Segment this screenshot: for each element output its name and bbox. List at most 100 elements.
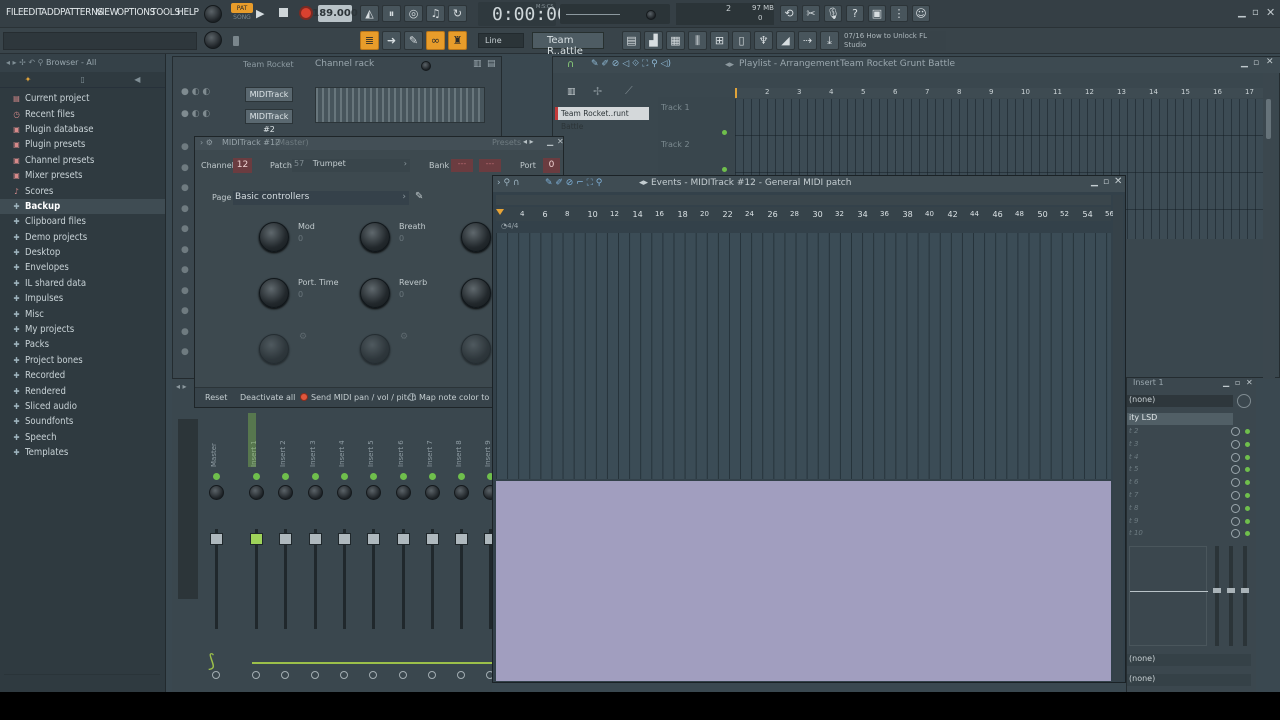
time-display[interactable]: 0:00:00 M:S:CS	[478, 2, 568, 26]
undo-icon[interactable]: ⟲	[780, 5, 798, 22]
mixer-icon[interactable]: ⫼	[688, 31, 707, 50]
mixer-fader[interactable]	[455, 533, 469, 545]
mixer-strip-led[interactable]	[458, 473, 466, 480]
mixer-strip[interactable]: Insert 8▲	[449, 433, 477, 689]
knob-7-gear-icon[interactable]: ⚙	[299, 332, 307, 342]
eq-sliders[interactable]	[1213, 546, 1249, 646]
map-color-toggle[interactable]	[408, 393, 416, 401]
mixer-pan-knob[interactable]	[366, 485, 382, 500]
playlist-snap-icon[interactable]: ≣	[360, 31, 379, 50]
insert-minimize-icon[interactable]: ▁	[1223, 378, 1229, 387]
mixer-record-icon[interactable]	[339, 671, 348, 679]
insert-slot-led[interactable]	[1245, 493, 1250, 498]
mixer-record-icon[interactable]	[457, 671, 466, 679]
insert-slot-mix-knob[interactable]	[1231, 516, 1240, 526]
preset-prev-icon[interactable]: ◂ ▸	[523, 137, 534, 146]
arrow-icon[interactable]: ➜	[382, 31, 401, 50]
track-2-label[interactable]: Track 2	[661, 140, 690, 149]
browser-speaker-icon[interactable]: ◀	[134, 75, 140, 84]
browser-item[interactable]: ✚ Backup	[0, 198, 165, 215]
insert-slot-led[interactable]	[1245, 454, 1250, 460]
send-midi-toggle[interactable]	[300, 393, 308, 401]
events-minimize-icon[interactable]: ▁	[1091, 177, 1098, 187]
pencil-icon[interactable]: ✎	[404, 31, 423, 50]
browser-item[interactable]: ✚ Templates	[0, 445, 165, 460]
events-grid[interactable]	[496, 233, 1111, 479]
snap-select[interactable]: Line	[478, 33, 524, 48]
browser-item[interactable]: ✚ Envelopes	[0, 260, 165, 275]
insert-slot-led[interactable]	[1245, 480, 1250, 486]
insert-slot-mix-knob[interactable]	[1231, 491, 1240, 500]
insert-slot-led[interactable]	[1245, 531, 1250, 537]
mixer-strip-led[interactable]	[428, 473, 436, 480]
playlist-add-icon[interactable]: ✢	[593, 85, 602, 98]
insert-maximize-icon[interactable]: ▫	[1235, 378, 1240, 387]
browser-item[interactable]: ♪ Scores	[0, 183, 165, 198]
channel-2-button[interactable]: MIDITrack #2	[245, 109, 293, 134]
help-icon[interactable]: ?	[846, 5, 864, 22]
browser-icon[interactable]: ▯	[732, 31, 751, 50]
events-close-icon[interactable]: ✕	[1114, 176, 1122, 187]
browser-item[interactable]: ✚ Recorded	[0, 368, 165, 383]
mixer-fader[interactable]	[210, 533, 223, 545]
channel-1-controls[interactable]: ● ◐ ◐	[181, 87, 210, 97]
channel-rack-icon[interactable]: ▦	[666, 31, 685, 50]
events-overview[interactable]	[496, 195, 1111, 205]
mixer-strip[interactable]: Insert 4▲	[332, 433, 360, 689]
mixer-fader[interactable]	[308, 533, 322, 545]
menu-tools[interactable]: TOOLS	[151, 7, 180, 18]
mixer-strip-led[interactable]	[253, 473, 260, 480]
channel-value[interactable]: 12	[233, 158, 252, 173]
mixer-pan-knob[interactable]	[454, 485, 470, 500]
mixer-record-icon[interactable]	[281, 671, 290, 679]
playlist-minimize-icon[interactable]: ▁	[1241, 58, 1248, 68]
minimize-icon[interactable]: ▁	[1238, 7, 1246, 18]
menu-file[interactable]: FILE	[6, 7, 24, 18]
knob-6[interactable]	[461, 278, 491, 308]
mixer-strip[interactable]: Insert 6▲	[391, 433, 419, 689]
port-time-knob[interactable]	[259, 278, 289, 308]
browser-item[interactable]: ✚ Project bones	[0, 353, 165, 368]
knob-8[interactable]	[360, 334, 390, 364]
browser-item[interactable]: ✚ Clipboard files	[0, 214, 165, 229]
stamp-icon[interactable]: ♜	[448, 31, 467, 50]
insert-slot-led[interactable]	[1245, 505, 1250, 511]
render-icon[interactable]: ⇢	[798, 31, 817, 50]
events-scrollbar[interactable]	[1113, 195, 1123, 681]
browser-item[interactable]: ✚ Impulses	[0, 291, 165, 306]
pitch-knob[interactable]	[646, 10, 656, 20]
master-volume-knob[interactable]	[204, 5, 222, 23]
knob-7[interactable]	[259, 334, 289, 364]
browser-file-icon[interactable]: ▯	[81, 75, 85, 84]
channel-1-button[interactable]: MIDITrack	[245, 87, 293, 102]
graph-editor-icon[interactable]: ▥	[473, 59, 482, 69]
insert-slot-mix-knob[interactable]	[1231, 452, 1240, 462]
browser-item[interactable]: ✚ Misc	[0, 306, 165, 321]
insert-slot-led[interactable]	[1245, 429, 1250, 434]
maximize-icon[interactable]: ▫	[1252, 7, 1259, 18]
mixer-pan-knob[interactable]	[209, 485, 224, 500]
news-panel[interactable]: 07/16 How to Unlock FL Studio	[842, 31, 946, 51]
tempo-display[interactable]: 189.000	[312, 5, 358, 22]
browser-item[interactable]: ✚ Speech	[0, 430, 165, 445]
insert-slot[interactable]: t 2	[1127, 426, 1257, 438]
midi-out-close-icon[interactable]: ✕	[557, 137, 564, 146]
record-icon[interactable]	[299, 6, 313, 20]
insert-slot[interactable]: t 5	[1127, 464, 1257, 476]
mixer-strip-led[interactable]	[370, 473, 378, 480]
playlist-ruler[interactable]: 2 3 4 5 6 7 8 9 10 11 12 13 14 15 16 17	[735, 88, 1263, 98]
mixer-record-icon[interactable]	[310, 671, 319, 679]
insert-output-2[interactable]: (none)	[1127, 674, 1251, 686]
events-ruler[interactable]: 4 6 8 10 12 14 16 18 20 22 24 26 28 30 32 34 36 38 40 42 44 4…	[496, 207, 1114, 221]
mixer-strip-led[interactable]	[399, 473, 407, 480]
insert-slot[interactable]: t 9	[1127, 516, 1257, 528]
insert-slot[interactable]: t 8	[1127, 503, 1257, 515]
knob-9[interactable]	[461, 334, 491, 364]
playlist-icon[interactable]: ▤	[622, 31, 641, 50]
mixer-strip[interactable]: Insert 3▲	[303, 433, 331, 689]
song-mode-button[interactable]: SONG	[231, 14, 253, 23]
browser-item[interactable]: ✚ Sliced audio	[0, 399, 165, 414]
track-1-led[interactable]	[722, 130, 727, 135]
mixer-record-icon[interactable]	[427, 671, 436, 679]
browser-item[interactable]: ✚ Demo projects	[0, 230, 165, 245]
